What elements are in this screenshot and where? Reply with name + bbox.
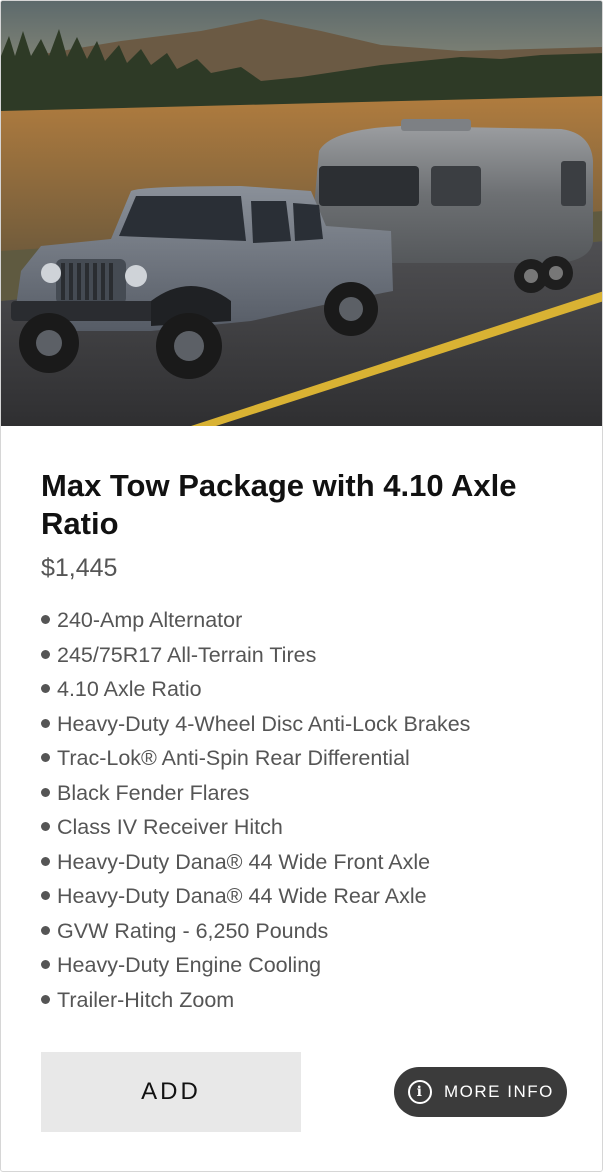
feature-text: Class IV Receiver Hitch [57,815,283,839]
feature-item: Trailer-Hitch Zoom [39,983,470,1018]
bullet-icon [41,960,50,969]
feature-item: Class IV Receiver Hitch [39,810,470,845]
feature-item: Trac-Lok® Anti-Spin Rear Differential [39,741,470,776]
feature-item: Black Fender Flares [39,776,470,811]
bullet-icon [41,615,50,624]
bullet-icon [41,718,50,728]
package-image [1,1,602,426]
feature-text: Black Fender Flares [57,780,250,805]
feature-text: Trailer-Hitch Zoom [57,987,235,1012]
feature-text: 245/75R17 All-Terrain Tires [57,642,317,667]
bullet-icon [41,787,50,797]
bullet-icon [41,994,50,1004]
more-info-button[interactable]: i MORE INFO [394,1067,567,1117]
package-card: Max Tow Package with 4.10 Axle Ratio $1,… [0,0,603,1172]
bullet-icon [41,649,50,659]
add-button[interactable]: ADD [41,1052,301,1132]
package-title: Max Tow Package with 4.10 Axle Ratio [41,468,517,541]
feature-text: Heavy-Duty Engine Cooling [57,953,322,977]
feature-text: Heavy-Duty Dana® 44 Wide Front Axle [57,849,431,874]
feature-item: Heavy-Duty Dana® 44 Wide Front Axle [39,845,470,880]
feature-item: 4.10 Axle Ratio [39,672,470,707]
info-circle-icon: i [408,1080,432,1104]
bullet-icon [41,891,50,900]
feature-item: 245/75R17 All-Terrain Tires [39,638,470,673]
feature-text: GVW Rating - 6,250 Pounds [57,918,329,943]
feature-list: 240-Amp Alternator 245/75R17 All-Terrain… [39,603,470,1017]
feature-item: Heavy-Duty 4-Wheel Disc Anti-Lock Brakes [39,707,470,742]
feature-text: 4.10 Axle Ratio [57,677,202,701]
bullet-icon [41,822,50,831]
bullet-icon [41,684,50,693]
feature-item: GVW Rating - 6,250 Pounds [39,914,470,949]
feature-item: Heavy-Duty Dana® 44 Wide Rear Axle [39,879,470,914]
package-price: $1,445 [41,554,118,582]
feature-text: Heavy-Duty 4-Wheel Disc Anti-Lock Brakes [57,711,471,736]
feature-text: 240-Amp Alternator [57,608,243,632]
bullet-icon [41,753,50,762]
more-info-label: MORE INFO [444,1082,554,1101]
feature-text: Heavy-Duty Dana® 44 Wide Rear Axle [57,884,427,908]
bullet-icon [41,856,50,866]
bullet-icon [41,925,50,935]
feature-item: Heavy-Duty Engine Cooling [39,948,470,983]
feature-text: Trac-Lok® Anti-Spin Rear Differential [57,746,410,770]
feature-item: 240-Amp Alternator [39,603,470,638]
add-button-label: ADD [141,1078,201,1105]
